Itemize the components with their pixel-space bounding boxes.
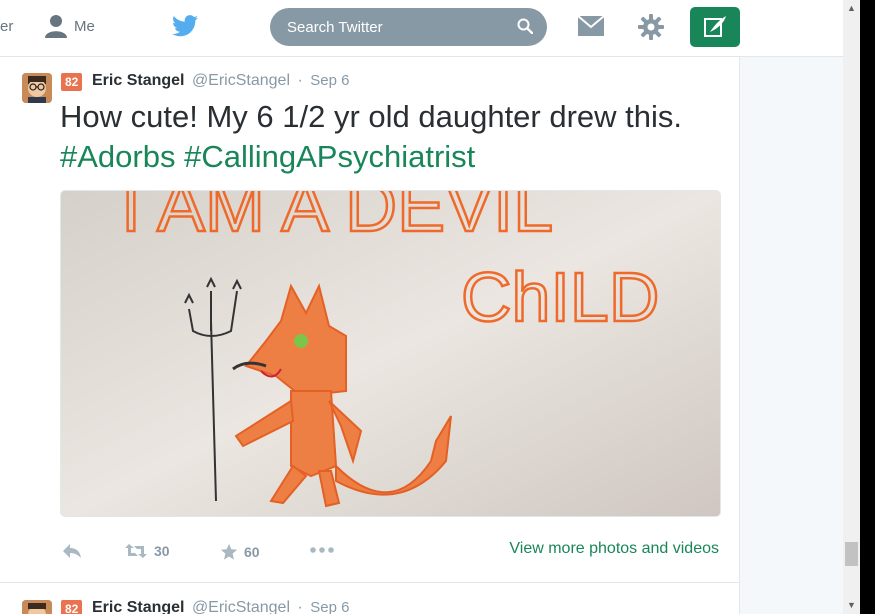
avatar-illustration — [22, 600, 52, 614]
reply-icon — [63, 544, 81, 558]
more-dots-icon — [310, 547, 334, 553]
tweet-text-body: How cute! My 6 1/2 yr old daughter drew … — [60, 99, 683, 134]
view-more-photos-link[interactable]: View more photos and videos — [509, 540, 719, 558]
window-edge — [860, 0, 875, 614]
mail-icon[interactable] — [577, 14, 605, 38]
tweet-header: Eric Stangel @EricStangel · Sep 6 — [92, 72, 349, 90]
score-badge: 82 — [61, 600, 83, 614]
top-navigation-bar: er Me — [0, 0, 843, 57]
score-badge: 82 — [61, 73, 83, 91]
search-box[interactable] — [270, 8, 547, 46]
drawing-caption-line1: I AM A DEVIL — [121, 191, 553, 247]
tweet-header: Eric Stangel @EricStangel · Sep 6 — [92, 599, 349, 614]
vertical-scrollbar[interactable]: ▲ ▼ — [843, 0, 860, 614]
tweet-timestamp[interactable]: Sep 6 — [310, 72, 349, 89]
more-options-button[interactable] — [309, 545, 335, 555]
drawing-caption-line2: ChILD — [461, 258, 659, 336]
retweet-button[interactable]: 30 — [124, 543, 170, 559]
tweet-text: How cute! My 6 1/2 yr old daughter drew … — [60, 97, 700, 177]
separator-dot: · — [297, 599, 303, 614]
tweet-stream: 82 Eric Stangel @EricStangel · Sep 6 How… — [0, 57, 740, 614]
tweet[interactable]: 82 Eric Stangel @EricStangel · Sep 6 — [0, 584, 739, 614]
scrollbar-thumb[interactable] — [845, 542, 858, 566]
nav-item-cut[interactable]: er — [0, 18, 13, 35]
retweet-icon — [125, 544, 147, 558]
devil-drawing-image: I AM A DEVIL ChILD — [61, 191, 720, 516]
tweet-username[interactable]: @EricStangel — [192, 599, 290, 614]
favorite-button[interactable]: 60 — [220, 543, 260, 561]
gear-icon[interactable] — [637, 13, 665, 41]
nav-item-me[interactable]: Me — [44, 14, 95, 38]
star-icon — [220, 543, 238, 560]
tweet-fullname[interactable]: Eric Stangel — [92, 599, 184, 614]
twitter-bird-icon[interactable] — [172, 15, 198, 37]
separator-dot: · — [297, 72, 303, 89]
person-icon — [45, 15, 67, 38]
compose-icon — [704, 16, 726, 37]
tweet-photo[interactable]: I AM A DEVIL ChILD — [60, 190, 721, 517]
hashtag-link[interactable]: #Adorbs — [60, 139, 175, 174]
scroll-up-arrow-icon[interactable]: ▲ — [843, 0, 860, 17]
tweet[interactable]: 82 Eric Stangel @EricStangel · Sep 6 How… — [0, 57, 739, 583]
search-icon[interactable] — [517, 18, 533, 34]
hashtag-link[interactable]: #CallingAPsychiatrist — [184, 139, 475, 174]
tweet-timestamp[interactable]: Sep 6 — [310, 599, 349, 614]
avatar-illustration — [22, 73, 52, 103]
favorite-count: 60 — [244, 544, 260, 560]
compose-tweet-button[interactable] — [690, 7, 740, 47]
me-label: Me — [74, 17, 95, 35]
tweet-fullname[interactable]: Eric Stangel — [92, 72, 184, 89]
search-input[interactable] — [285, 17, 509, 37]
reply-button[interactable] — [62, 543, 82, 559]
avatar[interactable] — [22, 73, 52, 103]
retweet-count: 30 — [154, 543, 170, 559]
tweet-actions: 30 60 View more photos and videos — [62, 540, 722, 563]
scroll-down-arrow-icon[interactable]: ▼ — [843, 597, 860, 614]
avatar[interactable] — [22, 600, 52, 614]
tweet-username[interactable]: @EricStangel — [192, 72, 290, 89]
